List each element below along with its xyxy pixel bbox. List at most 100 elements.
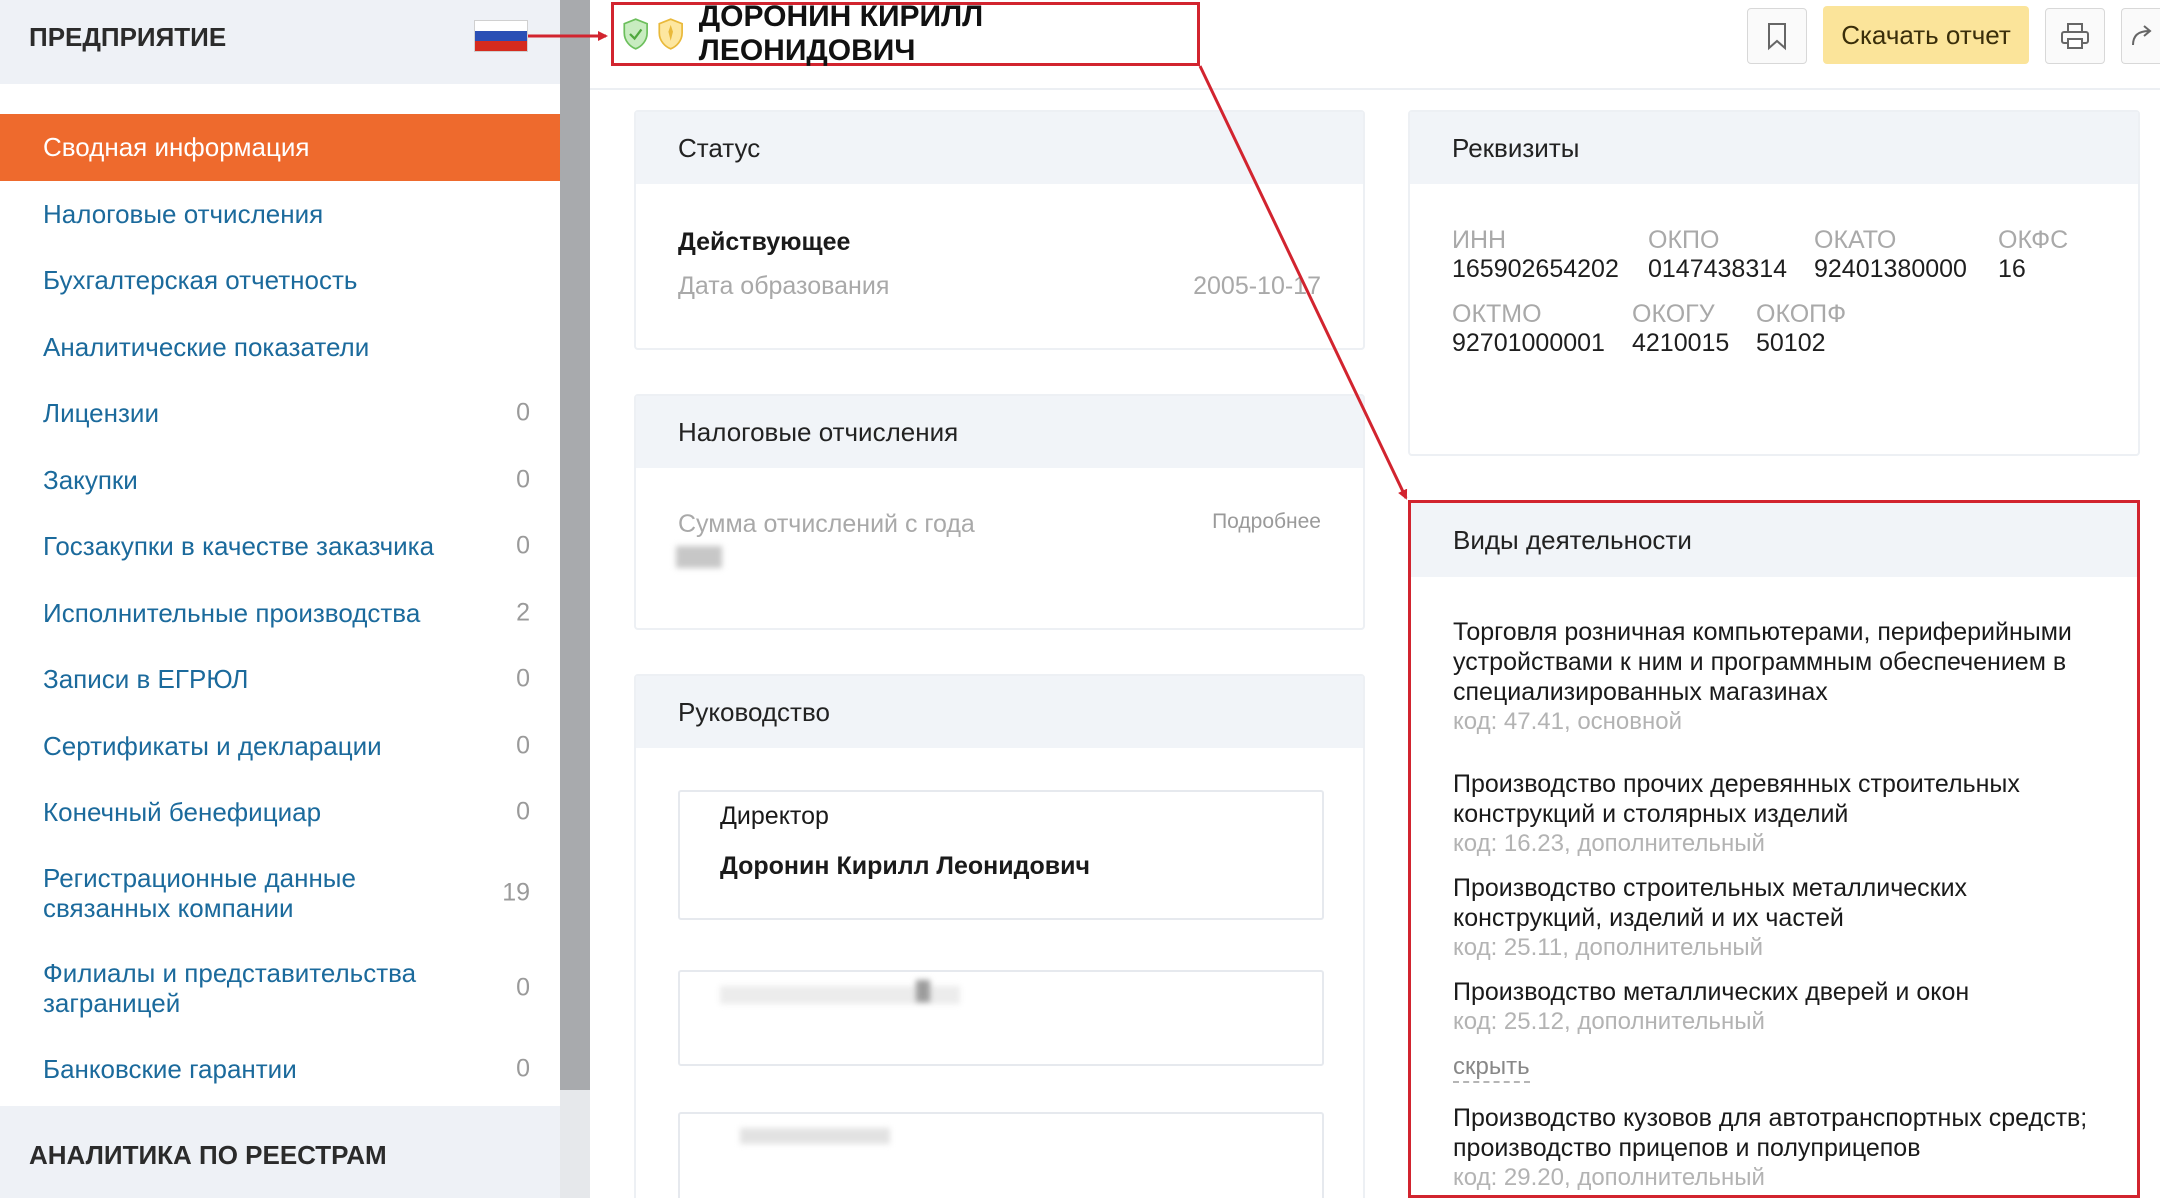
req-label: ОКОГУ	[1632, 300, 1715, 328]
req-value: 92401380000	[1814, 255, 1967, 283]
sidebar-item-label: Филиалы и представительства заграницей	[43, 958, 417, 1018]
activity-name: Производство прочих деревянных строитель…	[1453, 770, 2020, 828]
sidebar-footer[interactable]: АНАЛИТИКА ПО РЕЕСТРАМ	[0, 1106, 560, 1198]
sidebar-item-count: 0	[516, 731, 530, 760]
sidebar-item-label: Аналитические показатели	[43, 331, 370, 362]
req-value: 165902654202	[1452, 255, 1619, 283]
activities-card-title: Виды деятельности	[1453, 525, 1692, 555]
management-entry-redacted[interactable]	[678, 1112, 1324, 1198]
tax-more-link[interactable]: Подробнее	[1212, 510, 1321, 534]
activity-code: код: 16.23, дополнительный	[1453, 830, 1765, 857]
sidebar-item-related-companies[interactable]: Регистрационные данные связанных компани…	[0, 846, 560, 941]
activity-name: Производство кузовов для автотранспортны…	[1453, 1104, 2088, 1162]
activity-code: код: 25.12, дополнительный	[1453, 1008, 1765, 1035]
activity-item: Производство прочих деревянных строитель…	[1453, 769, 2103, 859]
req-oktmo: ОКТМО 92701000001	[1452, 300, 1605, 358]
activity-code: код: 29.20, дополнительный	[1453, 1164, 1765, 1191]
req-label: ОКОПФ	[1756, 300, 1847, 328]
req-value: 16	[1998, 255, 2026, 283]
header-divider	[590, 88, 2160, 90]
req-okpo: ОКПО 0147438314	[1648, 226, 1787, 284]
req-okato: ОКАТО 92401380000	[1814, 226, 1967, 284]
sidebar-item-count: 0	[516, 973, 530, 1002]
sidebar-item-label: Бухгалтерская отчетность	[43, 265, 358, 296]
sidebar-item-licenses[interactable]: Лицензии 0	[0, 380, 560, 447]
status-card: Статус Действующее Дата образования 2005…	[634, 110, 1365, 350]
bookmark-button[interactable]	[1747, 8, 1807, 64]
req-label: ОКТМО	[1452, 300, 1542, 328]
sidebar-footer-title: АНАЛИТИКА ПО РЕЕСТРАМ	[29, 1140, 387, 1170]
shield-green-icon	[623, 18, 648, 50]
download-report-button[interactable]: Скачать отчет	[1823, 6, 2029, 64]
redacted-value	[676, 546, 722, 568]
status-value: Действующее	[678, 228, 851, 256]
req-okogu: ОКОГУ 4210015	[1632, 300, 1729, 358]
sidebar: ПРЕДПРИЯТИЕ Сводная информация Налоговые…	[0, 0, 560, 1198]
redacted-text	[740, 1128, 890, 1144]
founding-date-value: 2005-10-17	[1193, 272, 1321, 300]
sidebar-item-summary[interactable]: Сводная информация	[0, 114, 560, 181]
activity-item: Производство металлических дверей и окон…	[1453, 977, 2103, 1037]
founding-date-label: Дата образования	[678, 272, 890, 300]
activities-card-header: Виды деятельности	[1411, 503, 2137, 577]
req-value: 50102	[1756, 329, 1826, 357]
activities-hide-link[interactable]: скрыть	[1453, 1053, 1530, 1083]
activity-code: код: 25.11, дополнительный	[1453, 934, 1764, 961]
activities-card: Виды деятельности Торговля розничная ком…	[1408, 500, 2140, 1198]
sidebar-item-egrul[interactable]: Записи в ЕГРЮЛ 0	[0, 646, 560, 713]
page-title-highlight: ДОРОНИН КИРИЛЛ ЛЕОНИДОВИЧ	[611, 0, 1200, 67]
share-icon	[2131, 25, 2152, 46]
sidebar-title: ПРЕДПРИЯТИЕ	[29, 22, 227, 52]
director-entry[interactable]: Директор Доронин Кирилл Леонидович	[678, 790, 1324, 920]
sidebar-item-label: Сводная информация	[43, 132, 310, 163]
sidebar-item-accounting[interactable]: Бухгалтерская отчетность	[0, 247, 560, 314]
sidebar-item-certificates[interactable]: Сертификаты и декларации 0	[0, 713, 560, 780]
director-role: Директор	[720, 802, 829, 830]
management-entry-redacted[interactable]	[678, 970, 1324, 1066]
activity-item: Производство кузовов для автотранспортны…	[1453, 1103, 2103, 1193]
sidebar-item-count: 0	[516, 664, 530, 693]
req-value: 4210015	[1632, 329, 1730, 357]
sidebar-item-bank-guarantees[interactable]: Банковские гарантии 0	[0, 1036, 560, 1103]
sidebar-item-purchases[interactable]: Закупки 0	[0, 447, 560, 514]
sidebar-item-label: Госзакупки в качестве заказчика	[43, 531, 435, 562]
sidebar-nav: Сводная информация Налоговые отчисления …	[0, 114, 560, 1102]
sidebar-item-label: Банковские гарантии	[43, 1053, 297, 1084]
req-value: 0147438314	[1648, 255, 1788, 283]
req-okfs: ОКФС 16	[1998, 226, 2068, 284]
sidebar-item-tax[interactable]: Налоговые отчисления	[0, 181, 560, 248]
tax-card-title: Налоговые отчисления	[636, 396, 1363, 468]
sidebar-item-count: 0	[516, 1054, 530, 1083]
page-title: ДОРОНИН КИРИЛЛ ЛЕОНИДОВИЧ	[698, 0, 984, 67]
sidebar-item-count: 0	[516, 465, 530, 494]
director-name[interactable]: Доронин Кирилл Леонидович	[720, 852, 1090, 881]
print-button[interactable]	[2045, 8, 2105, 64]
activity-item: Производство строительных металлических …	[1453, 873, 2103, 963]
sidebar-item-label: Налоговые отчисления	[43, 198, 324, 229]
activity-name: Торговля розничная компьютерами, перифер…	[1453, 618, 2072, 706]
sidebar-item-analytics[interactable]: Аналитические показатели	[0, 314, 560, 381]
sidebar-item-count: 0	[516, 531, 530, 560]
redacted-text	[916, 980, 930, 1002]
management-card: Руководство Директор Доронин Кирилл Леон…	[634, 674, 1365, 1198]
req-label: ОКПО	[1648, 226, 1720, 254]
sidebar-scrollbar[interactable]	[560, 0, 590, 1198]
req-label: ИНН	[1452, 226, 1507, 254]
tax-card: Налоговые отчисления Сумма отчислений с …	[634, 394, 1365, 630]
sidebar-item-label: Исполнительные производства	[43, 597, 421, 628]
sidebar-header: ПРЕДПРИЯТИЕ	[0, 0, 560, 84]
sidebar-item-branches[interactable]: Филиалы и представительства заграницей 0	[0, 941, 560, 1036]
sidebar-item-gov-purchases[interactable]: Госзакупки в качестве заказчика 0	[0, 513, 560, 580]
sidebar-item-count: 0	[516, 398, 530, 427]
sidebar-item-beneficiary[interactable]: Конечный бенефициар 0	[0, 779, 560, 846]
scrollbar-thumb[interactable]	[560, 0, 590, 1090]
sidebar-item-enforcement[interactable]: Исполнительные производства 2	[0, 580, 560, 647]
activity-name: Производство строительных металлических …	[1453, 874, 1968, 932]
tax-sum-label: Сумма отчислений с года	[678, 510, 975, 538]
requisites-card: Реквизиты ИНН 165902654202 ОКПО 01474383…	[1408, 110, 2140, 456]
sidebar-item-count: 19	[502, 878, 530, 907]
share-button[interactable]	[2121, 8, 2160, 64]
req-value: 92701000001	[1452, 329, 1605, 357]
sidebar-item-label: Записи в ЕГРЮЛ	[43, 664, 249, 695]
req-label: ОКФС	[1998, 226, 2069, 254]
